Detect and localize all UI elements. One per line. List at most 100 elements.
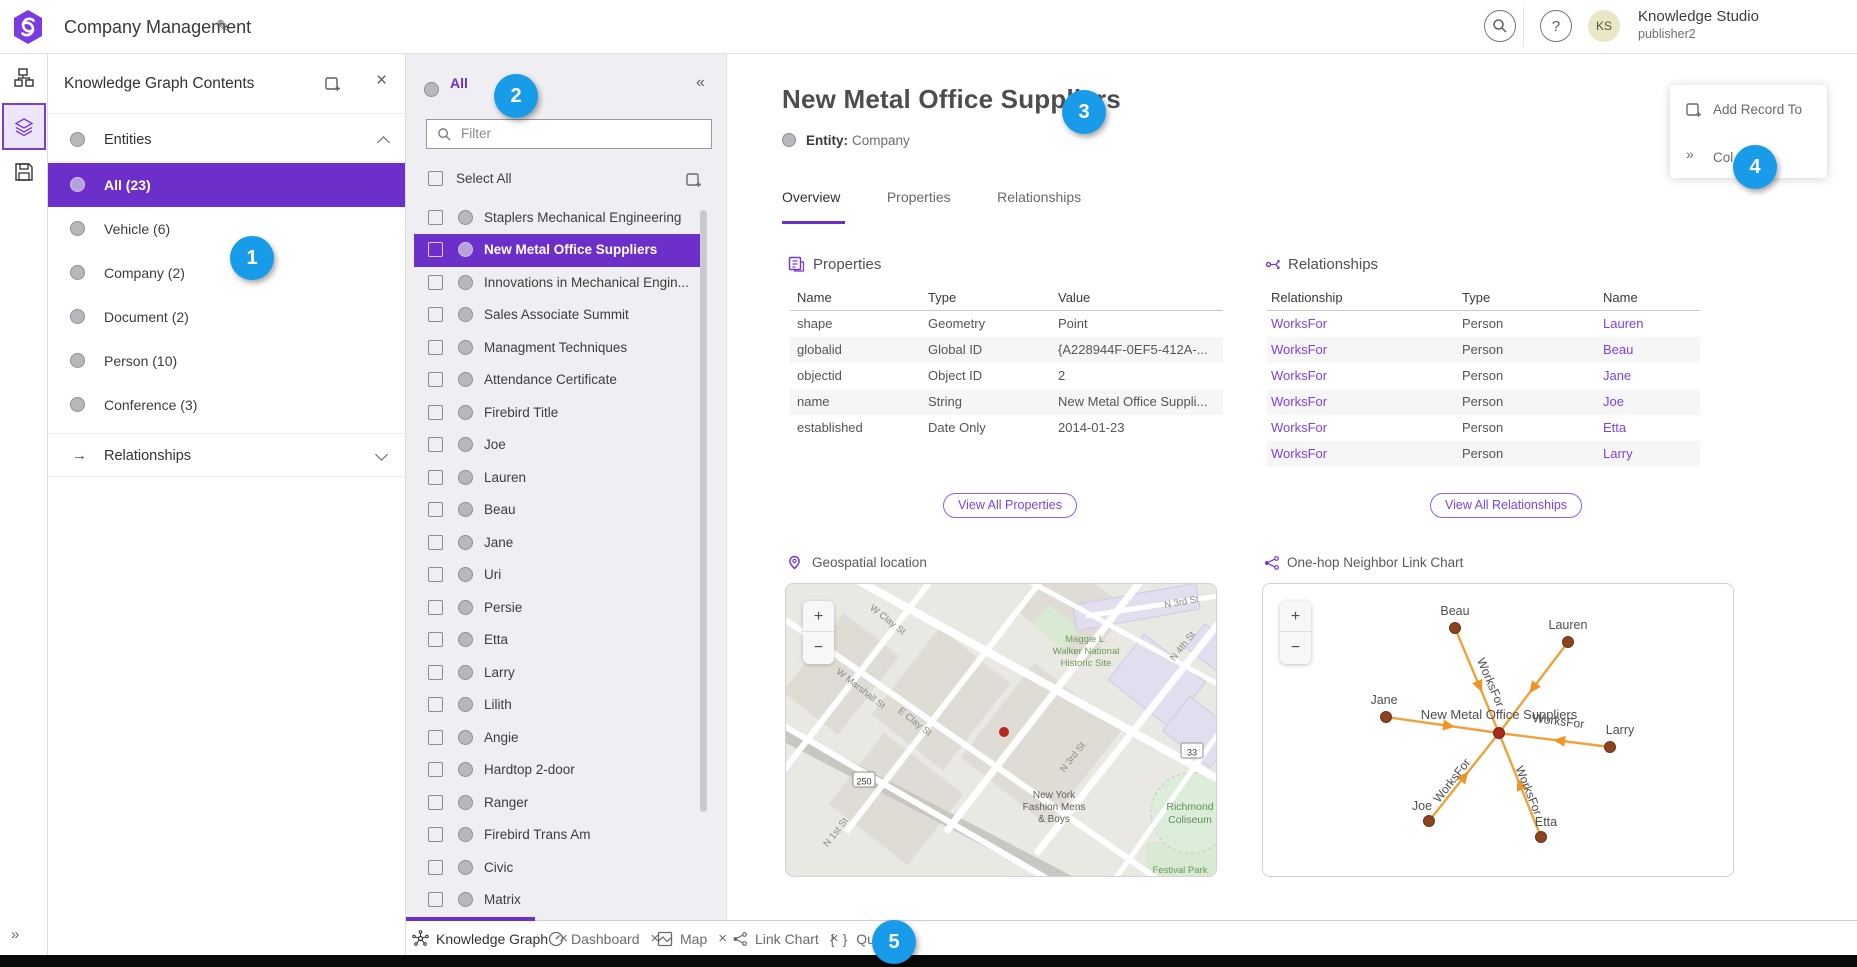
list-item[interactable]: Etta (414, 624, 702, 657)
relationship-link[interactable]: WorksFor (1271, 337, 1451, 363)
app-logo-icon[interactable] (10, 9, 46, 45)
edit-title-icon[interactable]: ✎ (216, 17, 230, 37)
record-checkbox[interactable] (428, 600, 443, 615)
record-checkbox[interactable] (428, 307, 443, 322)
list-item[interactable]: New Metal Office Suppliers (414, 234, 702, 267)
list-item[interactable]: Managment Techniques (414, 332, 702, 365)
list-item[interactable]: Uri (414, 559, 702, 592)
entity-type-row[interactable]: Company (2) (48, 251, 405, 295)
entity-type-row[interactable]: Document (2) (48, 295, 405, 339)
relationship-link[interactable]: WorksFor (1271, 363, 1451, 389)
new-record-icon[interactable] (325, 76, 341, 92)
list-item[interactable]: Civic (414, 852, 702, 885)
list-item[interactable]: Staplers Mechanical Engineering (414, 202, 702, 235)
table-row[interactable]: WorksFor Person Joe (1267, 389, 1700, 415)
hierarchy-icon[interactable] (14, 68, 34, 88)
list-item[interactable]: Angie (414, 722, 702, 755)
list-item[interactable]: Innovations in Mechanical Engin... (414, 267, 702, 300)
list-item[interactable]: Matrix (414, 884, 702, 917)
expand-rail-icon[interactable]: » (11, 926, 19, 943)
relationships-section-header[interactable]: → Relationships (48, 433, 405, 477)
list-item[interactable]: Firebird Trans Am (414, 819, 702, 852)
record-checkbox[interactable] (428, 632, 443, 647)
record-checkbox[interactable] (428, 697, 443, 712)
entity-type-row[interactable]: All (23) (48, 163, 405, 207)
entity-type-row[interactable]: Person (10) (48, 339, 405, 383)
collapse-panel-icon[interactable]: « (696, 74, 705, 92)
list-item[interactable]: Lilith (414, 689, 702, 722)
record-checkbox[interactable] (428, 405, 443, 420)
table-row[interactable]: WorksFor Person Jane (1267, 363, 1700, 389)
record-checkbox[interactable] (428, 860, 443, 875)
table-row[interactable]: WorksFor Person Beau (1267, 337, 1700, 363)
tab-relationships[interactable]: Relationships (997, 189, 1081, 205)
view-all-properties-button[interactable]: View All Properties (943, 493, 1077, 518)
table-row[interactable]: WorksFor Person Etta (1267, 415, 1700, 441)
table-row[interactable]: name String New Metal Office Suppli... (790, 389, 1223, 415)
record-checkbox[interactable] (428, 535, 443, 550)
column-header[interactable]: Type (928, 288, 1053, 311)
select-all-checkbox[interactable] (428, 171, 443, 186)
table-row[interactable]: WorksFor Person Larry (1267, 441, 1700, 467)
help-button[interactable]: ? (1540, 10, 1572, 42)
table-row[interactable]: established Date Only 2014-01-23 (790, 415, 1223, 441)
record-checkbox[interactable] (428, 665, 443, 680)
avatar[interactable]: KS (1588, 10, 1620, 42)
record-checkbox[interactable] (428, 242, 443, 257)
record-checkbox[interactable] (428, 827, 443, 842)
chevron-up-icon[interactable] (377, 136, 390, 149)
record-checkbox[interactable] (428, 730, 443, 745)
entities-section-header[interactable]: Entities (48, 118, 405, 162)
list-item[interactable]: Ranger (414, 787, 702, 820)
zoom-in-button[interactable]: + (1280, 601, 1311, 632)
table-row[interactable]: shape Geometry Point (790, 311, 1223, 337)
related-entity-link[interactable]: Jane (1603, 363, 1698, 389)
list-item[interactable]: Sales Associate Summit (414, 299, 702, 332)
view-all-relationships-button[interactable]: View All Relationships (1430, 493, 1582, 518)
search-button[interactable] (1484, 10, 1516, 42)
related-entity-link[interactable]: Joe (1603, 389, 1698, 415)
record-checkbox[interactable] (428, 372, 443, 387)
table-row[interactable]: objectid Object ID 2 (790, 363, 1223, 389)
record-checkbox[interactable] (428, 275, 443, 290)
entity-type-row[interactable]: Vehicle (6) (48, 207, 405, 251)
list-item[interactable]: Jane (414, 527, 702, 560)
bottom-tab-link-chart[interactable]: Link Chart × (732, 921, 839, 956)
layers-tool-selected[interactable] (2, 103, 46, 150)
filter-input[interactable]: Filter (426, 119, 712, 149)
chevron-down-icon[interactable] (375, 448, 388, 461)
record-checkbox[interactable] (428, 470, 443, 485)
table-row[interactable]: globalid Global ID {A228944F-0EF5-412A-.… (790, 337, 1223, 363)
list-item[interactable]: Attendance Certificate (414, 364, 702, 397)
entity-type-row[interactable]: Conference (3) (48, 383, 405, 427)
record-checkbox[interactable] (428, 892, 443, 907)
list-item[interactable]: Firebird Title (414, 397, 702, 430)
bottom-tab-map[interactable]: Map × (657, 921, 727, 956)
list-item[interactable]: Larry (414, 657, 702, 690)
one-hop-link-chart[interactable]: WorksForWorksForWorksForWorksForNew Meta… (1262, 583, 1734, 877)
zoom-out-button[interactable]: − (803, 632, 834, 663)
scrollbar-thumb[interactable] (700, 210, 707, 812)
user-identity[interactable]: Knowledge Studio publisher2 (1638, 8, 1759, 42)
menu-item-add-record-to[interactable]: Add Record To (1670, 90, 1827, 130)
related-entity-link[interactable]: Etta (1603, 415, 1698, 441)
relationship-link[interactable]: WorksFor (1271, 311, 1451, 337)
column-header[interactable]: Name (1603, 288, 1698, 311)
close-tab-icon[interactable]: × (718, 930, 727, 947)
list-item[interactable]: Beau (414, 494, 702, 527)
record-checkbox[interactable] (428, 567, 443, 582)
record-checkbox[interactable] (428, 210, 443, 225)
record-checkbox[interactable] (428, 502, 443, 517)
bottom-tab-knowledge-graph[interactable]: Knowledge Graph × (412, 921, 568, 956)
zoom-in-button[interactable]: + (803, 601, 834, 632)
record-checkbox[interactable] (428, 437, 443, 452)
list-item[interactable]: Joe (414, 429, 702, 462)
related-entity-link[interactable]: Larry (1603, 441, 1698, 467)
relationship-link[interactable]: WorksFor (1271, 389, 1451, 415)
table-row[interactable]: WorksFor Person Lauren (1267, 311, 1700, 337)
column-header[interactable]: Value (1058, 288, 1218, 311)
list-item[interactable]: Lauren (414, 462, 702, 495)
list-item[interactable]: Persie (414, 592, 702, 625)
column-header[interactable]: Relationship (1271, 288, 1451, 311)
bottom-tab-dashboard[interactable]: Dashboard × (548, 921, 659, 956)
